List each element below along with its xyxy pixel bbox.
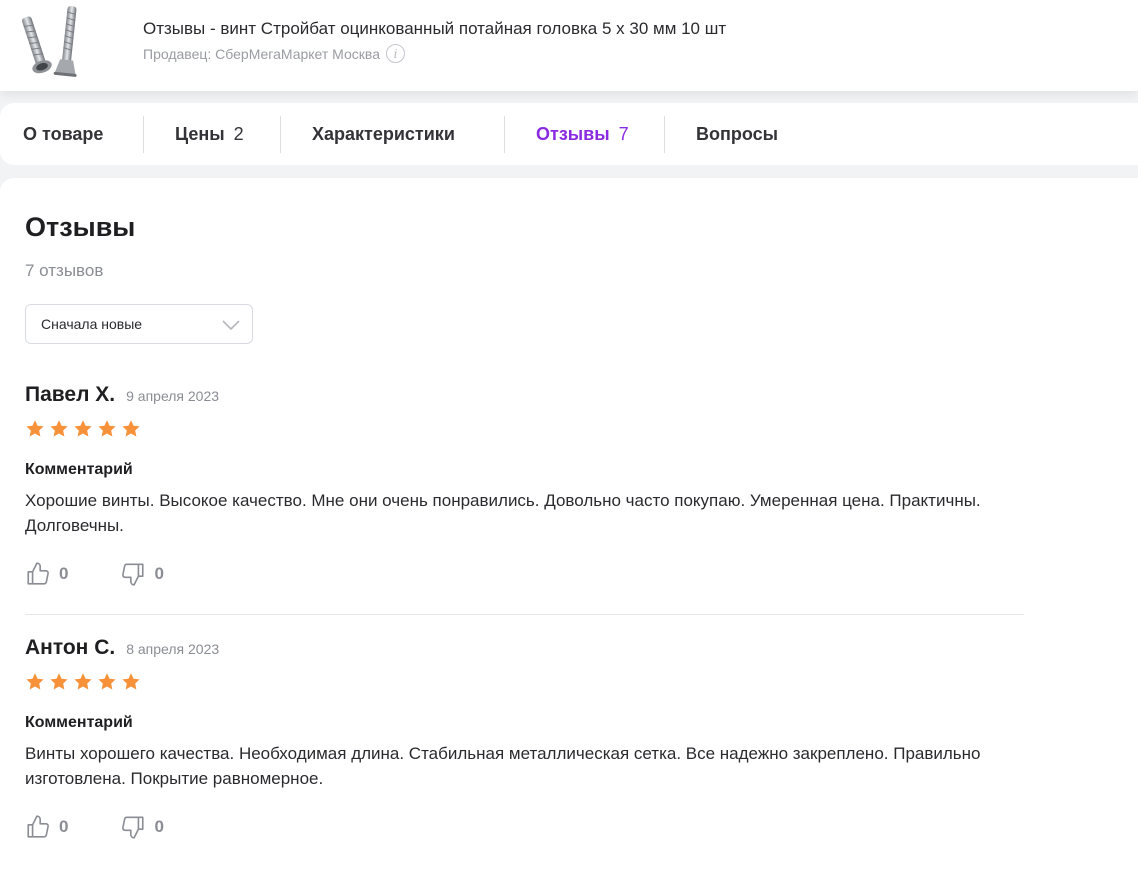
tab-prices[interactable]: Цены 2 bbox=[175, 103, 244, 165]
tab-questions[interactable]: Вопросы bbox=[696, 103, 778, 165]
product-title: Отзывы - винт Стройбат оцинкованный пота… bbox=[143, 19, 727, 38]
review-date: 8 апреля 2023 bbox=[126, 641, 220, 657]
tab-specifications[interactable]: Характеристики bbox=[312, 103, 455, 165]
tab-about[interactable]: О товаре bbox=[23, 103, 103, 165]
rating-stars bbox=[25, 672, 1025, 692]
thumbs-up-icon bbox=[27, 562, 49, 585]
product-header: Отзывы - винт Стройбат оцинкованный пота… bbox=[0, 0, 1138, 91]
star-icon bbox=[74, 673, 92, 690]
seller-line: Продавец: СберМегаМаркет Москва i bbox=[143, 44, 405, 63]
dislike-count: 0 bbox=[154, 564, 164, 583]
like-count: 0 bbox=[59, 564, 69, 583]
tab-separator bbox=[143, 116, 144, 153]
comment-text: Хорошие винты. Высокое качество. Мне они… bbox=[25, 491, 981, 535]
tab-label: Цены bbox=[175, 123, 225, 144]
star-icon bbox=[98, 420, 116, 437]
review-author: Павел Х. bbox=[25, 383, 116, 406]
info-icon[interactable]: i bbox=[385, 44, 405, 63]
seller-name[interactable]: Продавец: СберМегаМаркет Москва bbox=[143, 46, 380, 62]
review-item: Антон С. 8 апреля 2023 Комментарий Винты… bbox=[25, 636, 1025, 840]
dislike-count: 0 bbox=[154, 817, 164, 836]
star-icon bbox=[74, 420, 92, 437]
comment-text: Винты хорошего качества. Необходимая дли… bbox=[25, 744, 981, 788]
tab-label: Отзывы bbox=[536, 123, 610, 144]
review-divider bbox=[25, 614, 1024, 615]
dislike-button[interactable]: 0 bbox=[120, 814, 164, 840]
star-icon bbox=[26, 673, 44, 690]
star-icon bbox=[122, 420, 140, 437]
review-votes: 0 0 bbox=[25, 561, 1025, 587]
tab-separator bbox=[664, 116, 665, 153]
tab-reviews[interactable]: Отзывы 7 bbox=[536, 103, 629, 165]
thumbs-down-icon bbox=[122, 816, 145, 839]
star-icon bbox=[122, 673, 140, 690]
like-button[interactable]: 0 bbox=[25, 561, 68, 587]
thumbs-down-icon bbox=[122, 563, 145, 586]
tab-separator bbox=[280, 116, 281, 153]
chevron-down-icon bbox=[222, 320, 240, 331]
tab-count: 7 bbox=[618, 123, 629, 144]
star-icon bbox=[50, 420, 68, 437]
tab-label: Вопросы bbox=[696, 123, 779, 144]
sort-dropdown[interactable]: Сначала новые bbox=[25, 304, 253, 344]
review-votes: 0 0 bbox=[25, 814, 1025, 840]
tab-count: 2 bbox=[233, 123, 244, 144]
like-count: 0 bbox=[59, 817, 69, 836]
tab-separator bbox=[504, 116, 505, 153]
reviews-heading: Отзывы bbox=[25, 212, 136, 242]
star-icon bbox=[26, 420, 44, 437]
product-thumbnail[interactable] bbox=[12, 2, 88, 80]
review-date: 9 апреля 2023 bbox=[126, 388, 220, 404]
review-item: Павел Х. 9 апреля 2023 Комментарий Хорош… bbox=[25, 383, 1025, 587]
reviews-section: Отзывы 7 отзывов Сначала новые Павел Х. … bbox=[0, 178, 1138, 878]
star-icon bbox=[50, 673, 68, 690]
review-author: Антон С. bbox=[25, 636, 116, 659]
tab-label: Характеристики bbox=[312, 123, 455, 144]
reviews-count: 7 отзывов bbox=[25, 261, 104, 280]
sort-selected-value: Сначала новые bbox=[41, 316, 143, 332]
comment-label: Комментарий bbox=[25, 714, 133, 731]
rating-stars bbox=[25, 419, 1025, 439]
like-button[interactable]: 0 bbox=[25, 814, 68, 840]
product-tabs: О товаре Цены 2 Характеристики Отзывы 7 … bbox=[0, 103, 1138, 165]
comment-label: Комментарий bbox=[25, 461, 133, 478]
tab-label: О товаре bbox=[23, 123, 104, 144]
thumbs-up-icon bbox=[27, 815, 49, 838]
star-icon bbox=[98, 673, 116, 690]
dislike-button[interactable]: 0 bbox=[120, 561, 164, 587]
